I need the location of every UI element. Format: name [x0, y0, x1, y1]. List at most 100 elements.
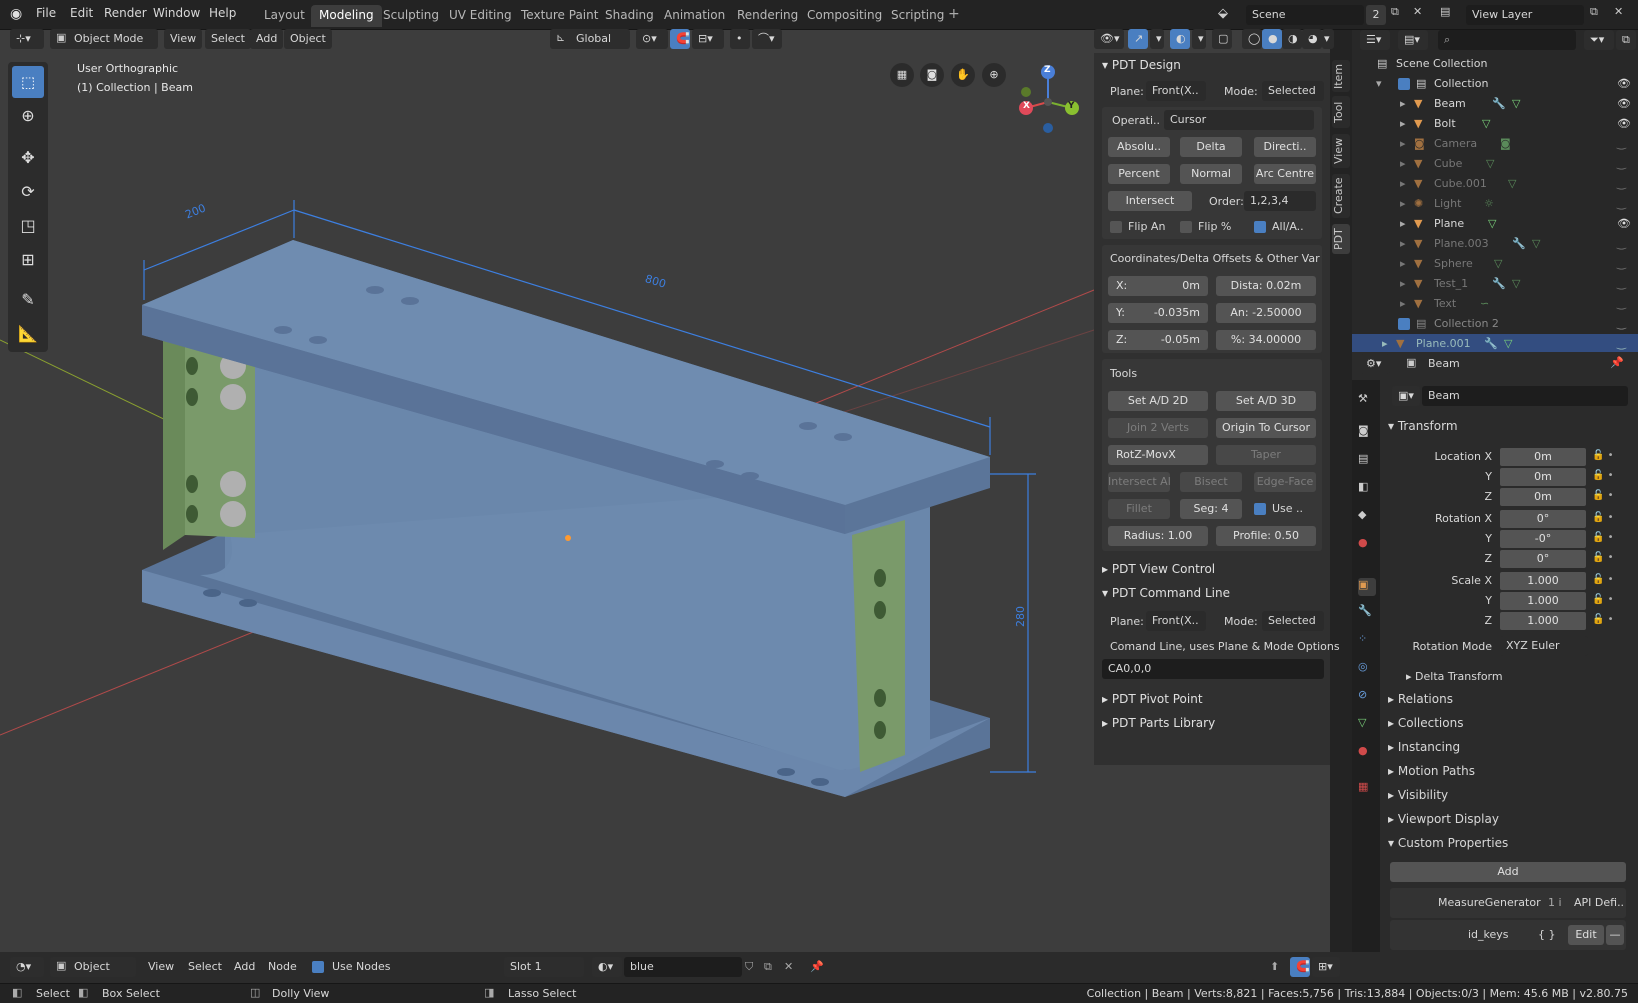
visibility-header[interactable]: ▸ Visibility: [1388, 788, 1448, 802]
scale-z-field[interactable]: 1.000: [1500, 612, 1586, 630]
edit-property-button[interactable]: Edit: [1568, 925, 1604, 945]
particles-tab-icon[interactable]: ⁘: [1358, 632, 1376, 650]
scene-name-field[interactable]: Scene: [1246, 5, 1364, 25]
new-view-layer-icon[interactable]: ⧉: [1590, 5, 1598, 19]
normal-button[interactable]: Normal: [1180, 164, 1242, 184]
join-2-verts-button[interactable]: Join 2 Verts: [1108, 418, 1208, 438]
material-tab-icon[interactable]: ●: [1358, 744, 1376, 762]
location-x-field[interactable]: 0m: [1500, 448, 1586, 466]
profile-field[interactable]: Profile: 0.50: [1216, 526, 1316, 546]
object-name-input[interactable]: Beam: [1422, 386, 1628, 406]
location-y-field[interactable]: 0m: [1500, 468, 1586, 486]
parent-node-icon[interactable]: ⬆: [1270, 960, 1279, 973]
hidden-icon[interactable]: ‿: [1617, 234, 1626, 254]
collection-checkbox[interactable]: [1398, 78, 1410, 90]
scale-tool-icon[interactable]: ◳: [12, 210, 44, 242]
outliner-row-plane-001[interactable]: ▸ ▼ Plane.001 🔧 ▽ ‿: [1352, 334, 1638, 354]
use-vertices-checkbox[interactable]: [1254, 503, 1266, 515]
scene-count[interactable]: 2: [1366, 5, 1386, 25]
lock-icon[interactable]: 🔓 •: [1592, 490, 1614, 501]
outliner-display-icon[interactable]: ▤▾: [1398, 30, 1428, 50]
hidden-icon[interactable]: ‿: [1617, 334, 1626, 354]
menu-file[interactable]: File: [36, 6, 56, 20]
hidden-icon[interactable]: ‿: [1617, 154, 1626, 174]
menu-render[interactable]: Render: [104, 6, 147, 20]
tab-layout[interactable]: Layout: [256, 5, 313, 27]
texture-tab-icon[interactable]: ▦: [1358, 780, 1376, 798]
z-field[interactable]: Z: -0.05m: [1108, 330, 1208, 350]
tab-create[interactable]: Create: [1332, 174, 1350, 218]
operation-dropdown[interactable]: Cursor: [1164, 110, 1314, 130]
menu-edit[interactable]: Edit: [70, 6, 93, 20]
use-nodes-checkbox[interactable]: [312, 961, 324, 973]
add-workspace-icon[interactable]: +: [948, 6, 960, 22]
outliner-row-plane[interactable]: ▸ ▼ Plane ▽ 👁: [1352, 214, 1638, 234]
scale-y-field[interactable]: 1.000: [1500, 592, 1586, 610]
plane-dropdown[interactable]: Front(X..: [1146, 81, 1206, 101]
cursor-tool-icon[interactable]: ⊕: [12, 100, 44, 132]
constraints-tab-icon[interactable]: ⊘: [1358, 688, 1376, 706]
snap-toggle-icon[interactable]: 🧲: [1290, 957, 1310, 977]
pdt-pivot-point-header[interactable]: ▸ PDT Pivot Point: [1102, 687, 1203, 711]
hidden-icon[interactable]: ‿: [1617, 134, 1626, 154]
motion-paths-header[interactable]: ▸ Motion Paths: [1388, 764, 1475, 778]
lock-icon[interactable]: 🔓 •: [1592, 574, 1614, 585]
proportional-edit-icon[interactable]: •: [730, 29, 750, 49]
tab-modeling[interactable]: Modeling: [311, 5, 382, 27]
menu-help[interactable]: Help: [209, 6, 236, 20]
xray-toggle-icon[interactable]: ▢: [1212, 29, 1232, 49]
tab-tool[interactable]: Tool: [1332, 96, 1350, 128]
taper-button[interactable]: Taper: [1216, 445, 1316, 465]
outliner-row-bolt[interactable]: ▸ ▼ Bolt ▽ 👁: [1352, 114, 1638, 134]
menu-window[interactable]: Window: [153, 6, 200, 20]
render-tab-icon[interactable]: ◙: [1358, 424, 1376, 442]
delete-view-layer-icon[interactable]: ✕: [1614, 5, 1623, 18]
flip-percent-checkbox[interactable]: [1180, 221, 1192, 233]
editor-type-button[interactable]: ⊹▾: [10, 29, 44, 49]
outliner-row-cube-001[interactable]: ▸ ▼ Cube.001 ▽ ‿: [1352, 174, 1638, 194]
duplicate-material-icon[interactable]: ⧉: [764, 960, 772, 974]
filter-icon[interactable]: ⏷▾: [1584, 30, 1614, 50]
x-field[interactable]: X: 0m: [1108, 276, 1208, 296]
fake-user-icon[interactable]: ⛉: [745, 960, 753, 974]
measure-tool-icon[interactable]: 📐: [12, 318, 44, 350]
instancing-header[interactable]: ▸ Instancing: [1388, 740, 1460, 754]
mode-dropdown[interactable]: Selected: [1262, 81, 1324, 101]
view-layer-icon[interactable]: ▤: [1440, 5, 1450, 18]
tab-item[interactable]: Item: [1332, 60, 1350, 92]
solid-shading-icon[interactable]: ●: [1262, 29, 1282, 49]
zoom-icon[interactable]: ⊕: [982, 63, 1006, 87]
hidden-icon[interactable]: ‿: [1617, 254, 1626, 274]
scene-icon[interactable]: ⬙: [1218, 6, 1228, 21]
shader-add-menu[interactable]: Add: [228, 957, 261, 977]
cmd-mode-dropdown[interactable]: Selected: [1262, 611, 1324, 631]
command-line-input[interactable]: CA0,0,0: [1102, 659, 1324, 679]
outliner-editor-icon[interactable]: ☰▾: [1360, 30, 1390, 50]
tab-sculpting[interactable]: Sculpting: [375, 5, 447, 27]
overlay-dropdown-icon[interactable]: ▾: [1192, 29, 1206, 49]
rotation-y-field[interactable]: -0°: [1500, 530, 1586, 548]
rotate-tool-icon[interactable]: ⟳: [12, 176, 44, 208]
add-property-button[interactable]: Add: [1390, 862, 1626, 882]
order-dropdown[interactable]: 1,2,3,4: [1244, 191, 1316, 211]
toggle-grid-icon[interactable]: ▦: [890, 63, 914, 87]
outliner-row-sphere[interactable]: ▸ ▼ Sphere ▽ ‿: [1352, 254, 1638, 274]
transform-tool-icon[interactable]: ⊞: [12, 244, 44, 276]
lock-icon[interactable]: 🔓 •: [1592, 594, 1614, 605]
falloff-icon[interactable]: ⌒▾: [752, 29, 782, 49]
relations-header[interactable]: ▸ Relations: [1388, 692, 1453, 706]
set-ad-2d-button[interactable]: Set A/D 2D: [1108, 391, 1208, 411]
visibility-eye-icon[interactable]: 👁: [1617, 214, 1631, 234]
arc-centre-button[interactable]: Arc Centre: [1254, 164, 1316, 184]
new-scene-icon[interactable]: ⧉: [1391, 5, 1399, 19]
segments-field[interactable]: Seg: 4: [1180, 499, 1242, 519]
rotz-movx-dropdown[interactable]: RotZ-MovX: [1108, 445, 1208, 465]
collections-header[interactable]: ▸ Collections: [1388, 716, 1463, 730]
outliner-row-test-1[interactable]: ▸ ▼ Test_1 🔧 ▽ ‿: [1352, 274, 1638, 294]
tab-compositing[interactable]: Compositing: [799, 5, 890, 27]
custom-properties-header[interactable]: ▾ Custom Properties: [1388, 836, 1508, 850]
tab-view[interactable]: View: [1332, 134, 1350, 168]
outliner-row-camera[interactable]: ▸ ◙ Camera ◙ ‿: [1352, 134, 1638, 154]
hidden-icon[interactable]: ‿: [1617, 294, 1626, 314]
transform-header[interactable]: ▾ Transform: [1388, 419, 1458, 433]
